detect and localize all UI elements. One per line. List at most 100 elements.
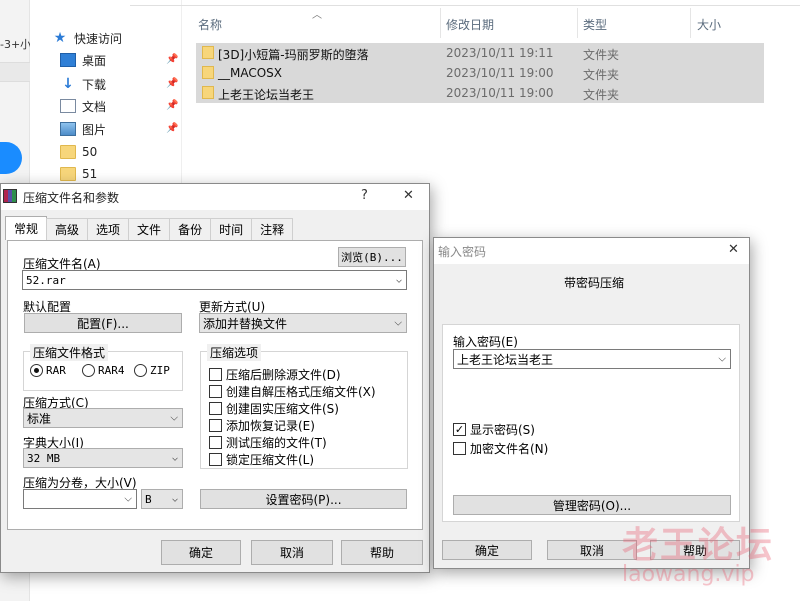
desktop-icon — [60, 53, 76, 67]
checkbox-icon — [209, 368, 222, 381]
set-password-button[interactable]: 设置密码(P)... — [200, 489, 407, 509]
option-delete-after[interactable]: 压缩后删除源文件(D) — [209, 366, 341, 383]
tab-files[interactable]: 文件 — [128, 218, 171, 240]
format-zip-radio[interactable]: ZIP — [134, 364, 170, 377]
help-button[interactable]: 帮助 — [341, 540, 423, 565]
folder-icon — [202, 66, 214, 79]
split-unit-value: B — [145, 492, 152, 506]
folder-icon — [202, 86, 214, 99]
password-input[interactable]: 上老王论坛当老王 ⌵ — [453, 349, 731, 369]
nav-documents[interactable]: 文档 — [60, 96, 106, 116]
tab-comment[interactable]: 注释 — [251, 218, 294, 240]
option-lock[interactable]: 锁定压缩文件(L) — [209, 451, 314, 468]
star-icon: ★ — [53, 30, 67, 46]
pin-icon: 📌 — [166, 54, 179, 65]
file-date: 2023/10/11 19:11 — [446, 46, 554, 60]
dialog-titlebar[interactable]: 输入密码 ✕ — [434, 238, 749, 264]
column-divider[interactable] — [440, 8, 441, 38]
option-sfx[interactable]: 创建自解压格式压缩文件(X) — [209, 383, 376, 400]
tab-advanced[interactable]: 高级 — [46, 218, 89, 240]
checkbox-icon — [453, 442, 466, 455]
tab-general[interactable]: 常规 — [5, 216, 48, 240]
dialog-titlebar[interactable]: 压缩文件名和参数 ? ✕ — [1, 184, 429, 210]
archive-dialog: 压缩文件名和参数 ? ✕ 常规 高级 选项 文件 备份 时间 注释 压缩文件名(… — [0, 183, 430, 573]
file-row[interactable]: __MACOSX 2023/10/11 19:00 文件夹 — [196, 63, 764, 83]
document-icon — [60, 99, 76, 113]
chevron-down-icon[interactable]: ⌵ — [396, 275, 402, 286]
nav-label: 下载 — [82, 77, 107, 92]
password-panel: 输入密码(E) 上老王论坛当老王 ⌵ ✓ 显示密码(S) 加密文件名(N) 管理… — [442, 324, 740, 522]
password-label: 输入密码(E) — [453, 335, 518, 349]
tab-backup[interactable]: 备份 — [169, 218, 212, 240]
encrypt-names-checkbox[interactable]: 加密文件名(N) — [453, 440, 548, 457]
option-label: 压缩后删除源文件(D) — [226, 368, 341, 382]
manage-passwords-button[interactable]: 管理密码(O)... — [453, 495, 731, 515]
method-select[interactable]: 标准 ⌵ — [23, 408, 183, 428]
split-size-field[interactable]: ⌵ — [23, 489, 137, 509]
nav-downloads[interactable]: ↓ 下载 — [60, 74, 106, 94]
chevron-down-icon[interactable]: ⌵ — [718, 354, 726, 365]
cancel-button[interactable]: 取消 — [251, 540, 333, 565]
nav-label: 51 — [82, 167, 98, 181]
column-header-size[interactable]: 大小 — [697, 6, 721, 42]
format-rar4-radio[interactable]: RAR4 — [82, 364, 125, 377]
ok-button[interactable]: 确定 — [161, 540, 241, 565]
file-date: 2023/10/11 19:00 — [446, 86, 554, 100]
chevron-down-icon: ⌵ — [170, 412, 178, 424]
nav-folder-50[interactable]: 50 — [60, 142, 97, 162]
archiving-options-group: 压缩选项 压缩后删除源文件(D) 创建自解压格式压缩文件(X) 创建固实压缩文件… — [200, 344, 408, 469]
radio-icon — [82, 364, 95, 377]
update-mode-value: 添加并替换文件 — [203, 316, 288, 331]
column-header-name[interactable]: 名称 — [198, 6, 222, 42]
profiles-button[interactable]: 配置(F)... — [24, 313, 182, 333]
column-divider[interactable] — [690, 8, 691, 38]
close-icon[interactable]: ✕ — [728, 242, 739, 257]
format-rar-radio[interactable]: RAR — [30, 364, 66, 377]
column-divider[interactable] — [577, 8, 578, 38]
nav-desktop[interactable]: 桌面 — [60, 50, 106, 70]
folder-icon — [60, 167, 76, 181]
file-row[interactable]: 上老王论坛当老王 2023/10/11 19:00 文件夹 — [196, 83, 764, 103]
tab-options[interactable]: 选项 — [87, 218, 130, 240]
sort-caret-icon: ︿ — [312, 10, 322, 21]
update-mode-select[interactable]: 添加并替换文件 ⌵ — [199, 313, 407, 333]
show-password-checkbox[interactable]: ✓ 显示密码(S) — [453, 421, 535, 438]
checkbox-icon — [209, 419, 222, 432]
checkbox-icon — [209, 402, 222, 415]
split-unit-select[interactable]: B ⌵ — [141, 489, 183, 509]
column-header-date[interactable]: 修改日期 — [446, 6, 494, 42]
nav-folder-51[interactable]: 51 — [60, 164, 97, 184]
dictionary-select[interactable]: 32 MB ⌵ — [23, 448, 183, 468]
watermark-logo: 老王论坛 — [622, 525, 775, 566]
close-icon[interactable]: ✕ — [403, 188, 414, 203]
general-panel: 压缩文件名(A) 浏览(B)... 52.rar ⌵ 默认配置 配置(F)...… — [7, 240, 423, 530]
pin-icon: 📌 — [166, 123, 179, 134]
browse-button[interactable]: 浏览(B)... — [338, 247, 406, 267]
pin-icon: 📌 — [166, 100, 179, 111]
file-row[interactable]: [3D]小短篇-玛丽罗斯的堕落 2023/10/11 19:11 文件夹 — [196, 43, 764, 63]
file-name: [3D]小短篇-玛丽罗斯的堕落 — [218, 48, 369, 62]
chevron-down-icon[interactable]: ⌵ — [124, 494, 132, 505]
download-icon: ↓ — [62, 76, 74, 92]
column-header-type[interactable]: 类型 — [583, 6, 607, 42]
option-solid[interactable]: 创建固实压缩文件(S) — [209, 400, 339, 417]
tab-fragment: -3+小 — [0, 38, 30, 51]
group-title: 压缩选项 — [207, 344, 262, 361]
file-name: 上老王论坛当老王 — [218, 88, 315, 102]
nav-quick-access[interactable]: ★ 快速访问 — [52, 28, 122, 48]
archive-name-field[interactable]: 52.rar ⌵ — [22, 270, 407, 290]
radio-label: RAR4 — [98, 364, 125, 377]
nav-label: 快速访问 — [74, 31, 123, 46]
dialog-title: 压缩文件名和参数 — [23, 191, 120, 205]
help-icon[interactable]: ? — [361, 188, 368, 203]
option-test[interactable]: 测试压缩的文件(T) — [209, 434, 327, 451]
checkbox-icon — [209, 453, 222, 466]
nav-label: 桌面 — [82, 53, 107, 68]
ok-button[interactable]: 确定 — [442, 540, 532, 560]
radio-selected-icon — [30, 364, 43, 377]
tab-time[interactable]: 时间 — [210, 218, 253, 240]
option-recovery[interactable]: 添加恢复记录(E) — [209, 417, 315, 434]
radio-label: RAR — [46, 364, 66, 377]
file-type: 文件夹 — [583, 68, 620, 82]
nav-pictures[interactable]: 图片 — [60, 119, 106, 139]
